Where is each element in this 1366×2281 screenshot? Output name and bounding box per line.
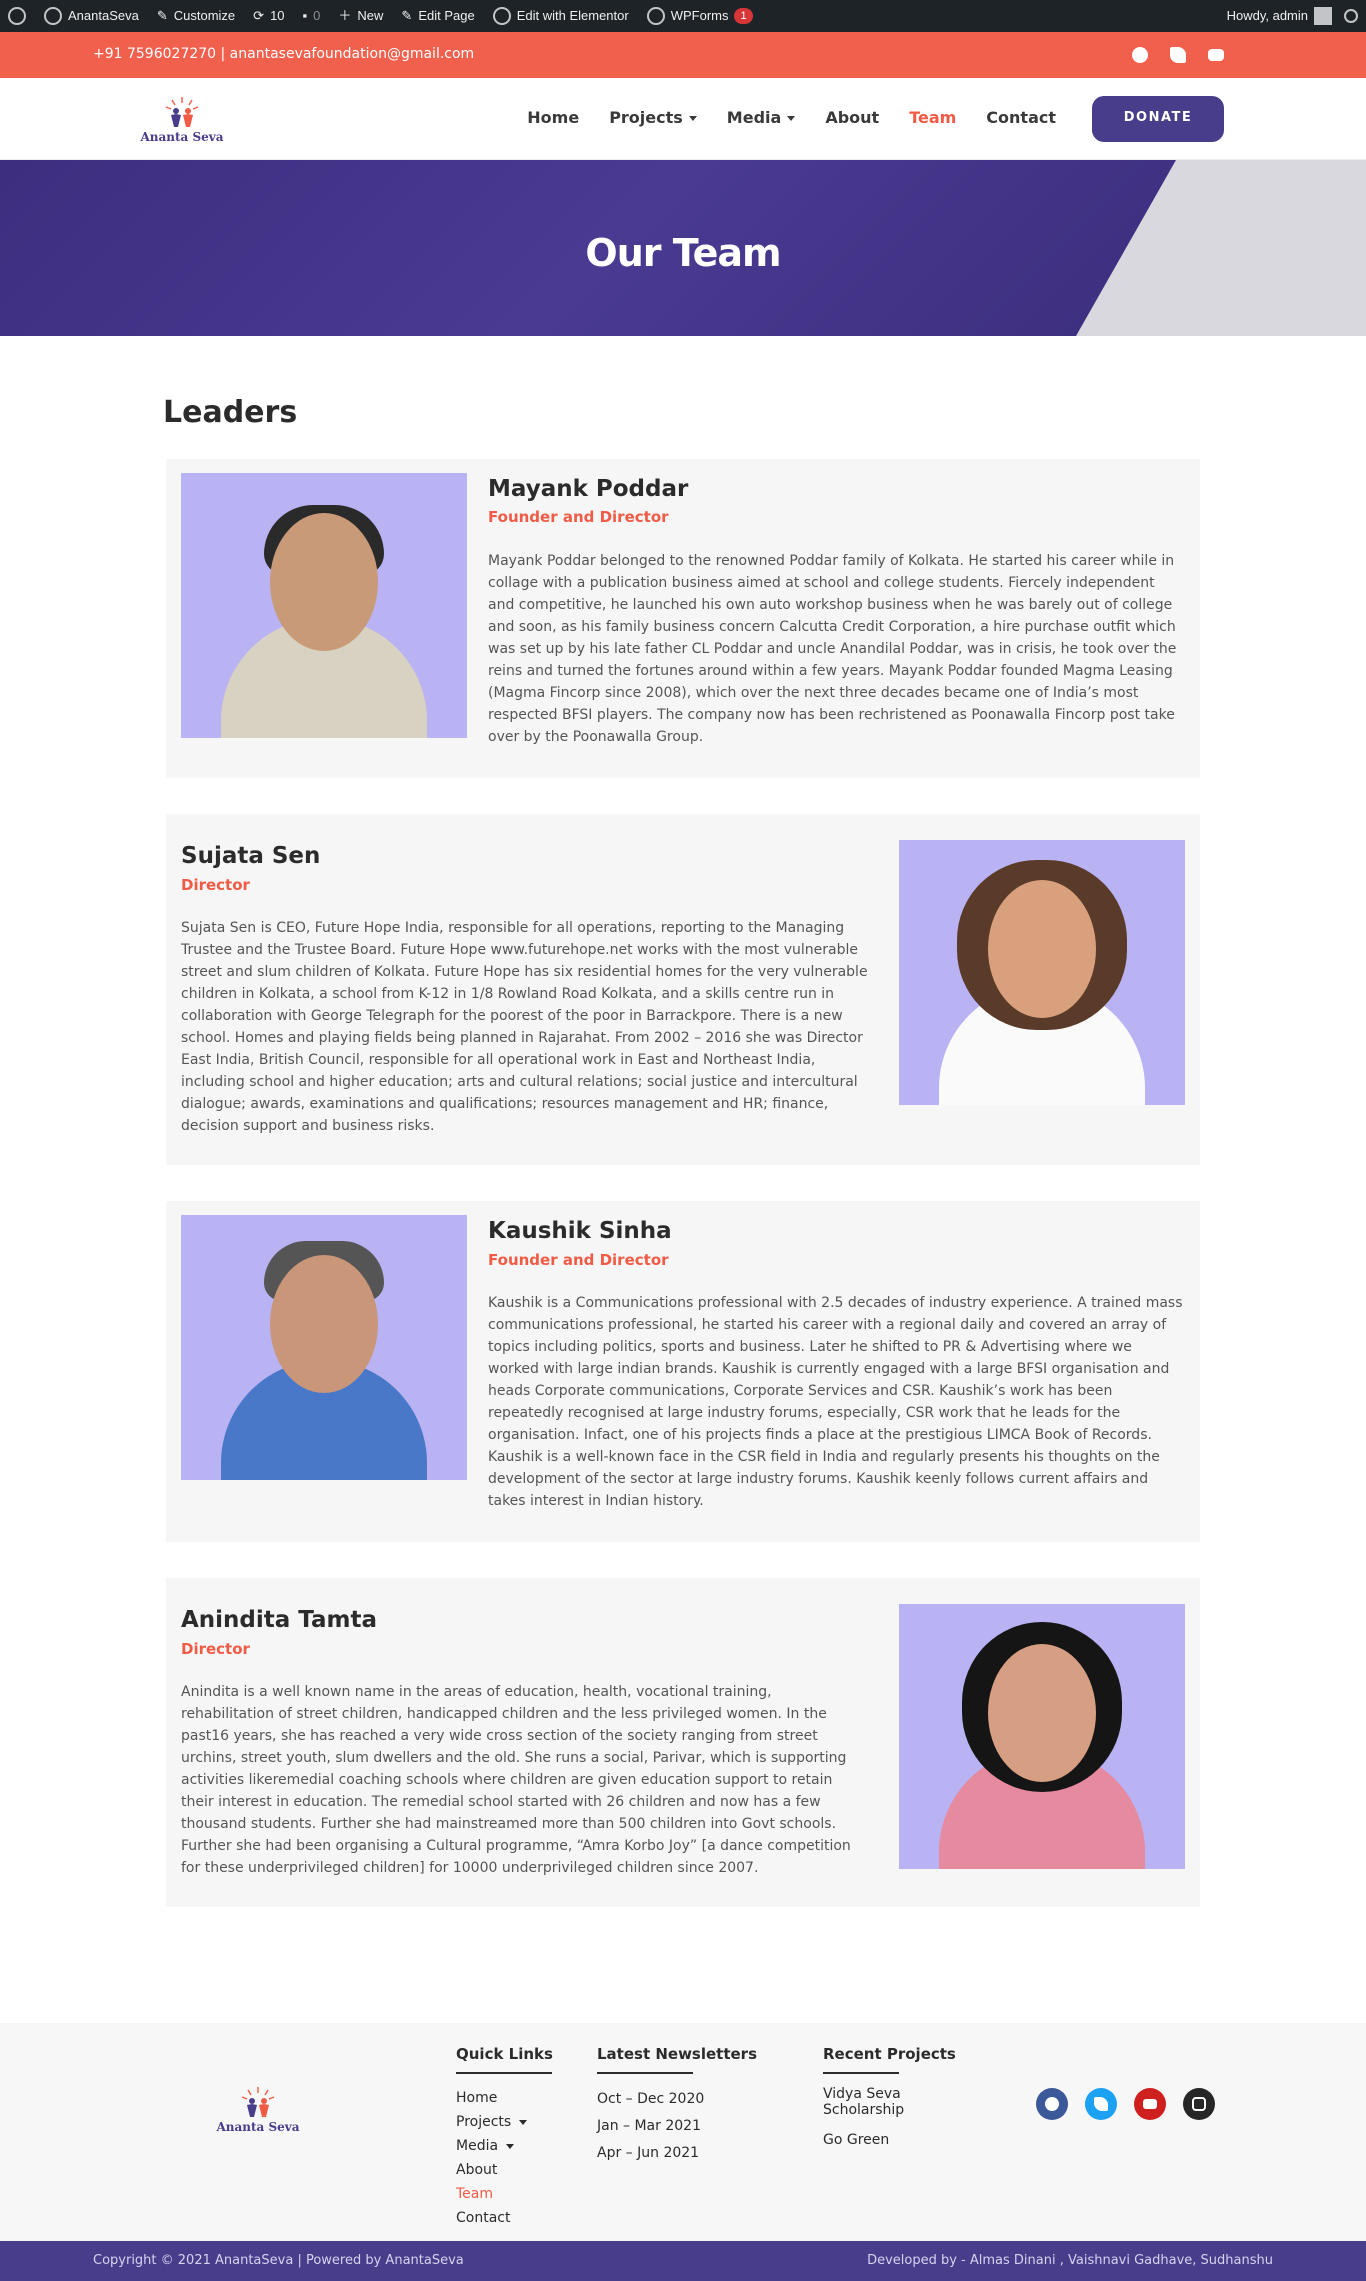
logo-text: Ananta Seva (140, 129, 224, 144)
footer-quick-links: Quick Links Home Projects Media About Te… (456, 2043, 556, 2230)
footer-heading: Latest Newsletters (597, 2045, 758, 2064)
leader-card: Kaushik Sinha Founder and Director Kaush… (166, 1200, 1200, 1542)
instagram-icon[interactable] (1183, 2088, 1215, 2121)
admin-wpforms-link[interactable]: WPForms 1 (646, 6, 753, 26)
newsletter-link[interactable]: Apr – Jun 2021 (597, 2140, 767, 2167)
footer-heading: Recent Projects (823, 2045, 956, 2064)
footer-social-links (1036, 2088, 1215, 2121)
leader-card: Anindita Tamta Director Anindita is a we… (166, 1577, 1200, 1908)
leader-photo (181, 472, 467, 738)
leader-bio: Kaushik is a Communications professional… (488, 1294, 1183, 1509)
leader-bio: Anindita is a well known name in the are… (181, 1684, 851, 1877)
leaders-section: Leaders Mayank Poddar Founder and Direct… (0, 336, 1366, 2023)
nav-projects[interactable]: Projects (609, 106, 697, 131)
footer-link-about[interactable]: About (456, 2158, 556, 2182)
copyright-text: Copyright © 2021 AnantaSeva | Powered by… (93, 2252, 464, 2268)
site-footer: Ananta Seva Quick Links Home Projects Me… (0, 2023, 1366, 2242)
newsletter-link[interactable]: Jan – Mar 2021 (597, 2113, 767, 2140)
admin-new-link[interactable]: ＋ New (338, 6, 383, 26)
search-icon[interactable] (1344, 8, 1358, 23)
top-contact-bar: +91 7596027270 | anantasevafoundation@gm… (0, 32, 1366, 78)
admin-comments-link[interactable]: ▪ 0 (303, 6, 321, 26)
twitter-icon[interactable] (1085, 2088, 1117, 2121)
project-link[interactable]: Go Green (823, 2130, 963, 2150)
youtube-icon[interactable] (1208, 49, 1224, 61)
heading-underline (597, 2072, 693, 2075)
nav-contact[interactable]: Contact (986, 106, 1056, 131)
admin-site-link[interactable]: AnantaSeva (44, 6, 139, 26)
leader-name: Sujata Sen (181, 842, 321, 869)
nav-about[interactable]: About (825, 106, 879, 131)
wpforms-icon (646, 6, 665, 25)
donate-button[interactable]: DONATE (1092, 95, 1224, 142)
footer-logo[interactable]: Ananta Seva (208, 2085, 308, 2133)
facebook-icon[interactable] (1036, 2088, 1068, 2121)
chevron-down-icon (506, 2143, 515, 2149)
footer-recent-projects: Recent Projects Vidya Seva Scholarship G… (823, 2043, 963, 2150)
footer-link-projects[interactable]: Projects (456, 2110, 556, 2134)
avatar (1314, 6, 1332, 25)
leader-role: Founder and Director (488, 1250, 669, 1269)
copyright-bar: Copyright © 2021 AnantaSeva | Powered by… (0, 2241, 1366, 2281)
page-title: Our Team (585, 231, 781, 275)
chevron-down-icon (519, 2119, 528, 2125)
leader-role: Founder and Director (488, 508, 669, 527)
leader-photo (899, 1603, 1185, 1869)
leader-name: Anindita Tamta (181, 1606, 378, 1633)
wp-admin-bar: AnantaSeva ✎ Customize ⟳ 10 ▪ 0 ＋ New ✎ Edit … (0, 0, 1366, 32)
heading-underline (456, 2072, 552, 2075)
leader-role: Director (181, 1639, 250, 1658)
logo-text: Ananta Seva (216, 2120, 300, 2135)
footer-newsletters: Latest Newsletters Oct – Dec 2020 Jan – … (597, 2043, 767, 2167)
leader-card: Mayank Poddar Founder and Director Mayan… (166, 458, 1200, 778)
site-logo[interactable]: Ananta Seva (138, 95, 226, 143)
contact-info: +91 7596027270 | anantasevafoundation@gm… (93, 46, 475, 63)
chevron-down-icon (787, 115, 796, 121)
leader-photo (899, 839, 1185, 1105)
admin-account-menu[interactable]: Howdy, admin (1227, 6, 1332, 26)
comment-icon: ▪ (302, 7, 308, 23)
nav-media[interactable]: Media (727, 106, 796, 131)
section-title: Leaders (163, 395, 298, 430)
wordpress-logo-icon[interactable] (8, 6, 26, 25)
youtube-icon[interactable] (1134, 2088, 1166, 2121)
leader-name: Mayank Poddar (488, 475, 689, 502)
admin-elementor-link[interactable]: Edit with Elementor (492, 6, 629, 26)
elementor-icon (492, 6, 511, 25)
leader-role: Director (181, 875, 250, 894)
heading-underline (823, 2072, 899, 2075)
leader-bio: Mayank Poddar belonged to the renowned P… (488, 552, 1177, 745)
brush-icon: ✎ (156, 7, 168, 23)
logo-figures-icon (241, 2087, 275, 2118)
admin-edit-page-link[interactable]: ✎ Edit Page (401, 6, 474, 26)
updates-icon: ⟳ (253, 7, 265, 23)
wpforms-badge: 1 (734, 7, 753, 24)
main-nav: Home Projects Media About Team Contact (527, 106, 1056, 131)
admin-updates-link[interactable]: ⟳ 10 (253, 6, 284, 26)
facebook-icon[interactable] (1132, 47, 1148, 63)
admin-customize-link[interactable]: ✎ Customize (157, 6, 235, 26)
top-social-links (1132, 47, 1224, 63)
footer-heading: Quick Links (456, 2045, 553, 2064)
plus-icon: ＋ (338, 7, 352, 23)
twitter-icon[interactable] (1170, 47, 1186, 63)
footer-link-media[interactable]: Media (456, 2134, 556, 2158)
pencil-icon: ✎ (401, 7, 413, 23)
footer-link-team[interactable]: Team (456, 2182, 556, 2206)
developer-credits: Developed by - Almas Dinani , Vaishnavi … (867, 2252, 1273, 2268)
leader-name: Kaushik Sinha (488, 1217, 672, 1244)
site-header: Ananta Seva Home Projects Media About Te… (0, 78, 1366, 160)
leader-photo (181, 1214, 467, 1480)
footer-link-home[interactable]: Home (456, 2086, 556, 2110)
logo-figures-icon (165, 96, 199, 127)
newsletter-link[interactable]: Oct – Dec 2020 (597, 2086, 767, 2113)
nav-home[interactable]: Home (527, 106, 579, 131)
leader-card: Sujata Sen Director Sujata Sen is CEO, F… (166, 813, 1200, 1165)
dashboard-icon (44, 6, 62, 25)
project-link[interactable]: Vidya Seva Scholarship (823, 2086, 923, 2118)
nav-team[interactable]: Team (909, 106, 956, 131)
page-hero: Our Team (0, 160, 1366, 336)
leader-bio: Sujata Sen is CEO, Future Hope India, re… (181, 919, 868, 1134)
chevron-down-icon (688, 115, 697, 121)
